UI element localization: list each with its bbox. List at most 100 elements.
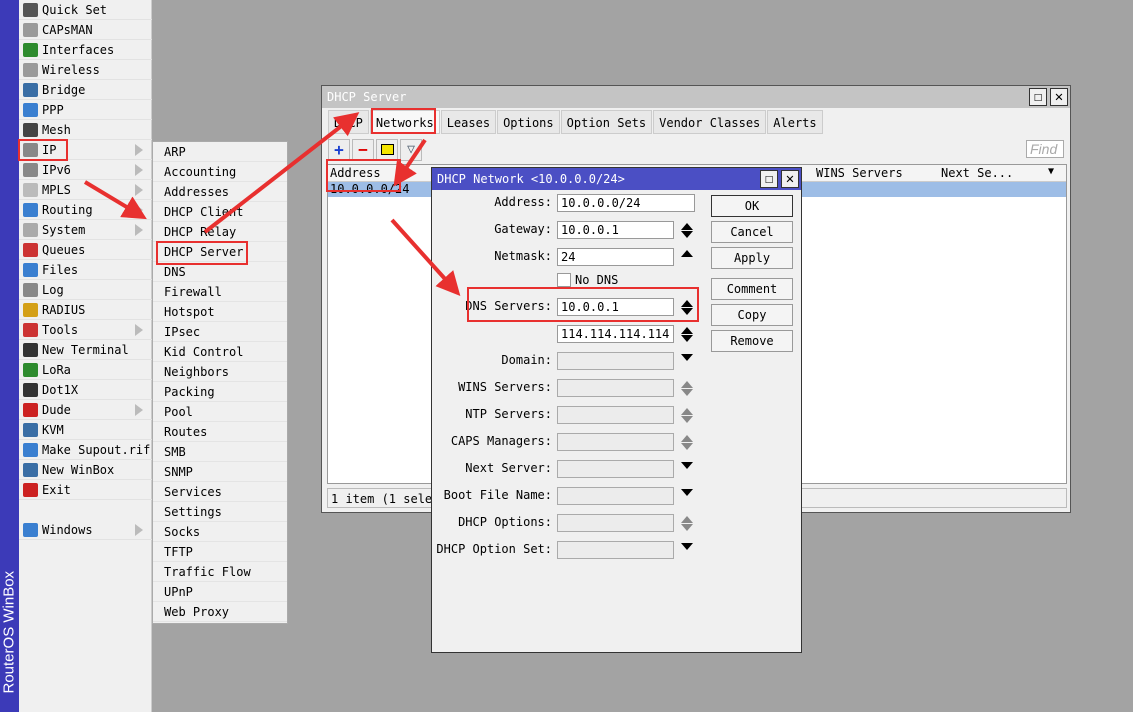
submenu-item-dhcp-client[interactable]: DHCP Client xyxy=(153,202,287,222)
wins-spinner-icon[interactable] xyxy=(680,380,694,397)
interfaces-icon xyxy=(23,43,38,57)
menu-item-kvm[interactable]: KVM xyxy=(19,420,152,440)
submenu-item-neighbors[interactable]: Neighbors xyxy=(153,362,287,382)
tab-dhcp[interactable]: DHCP xyxy=(328,110,369,134)
submenu-item-socks[interactable]: Socks xyxy=(153,522,287,542)
submenu-item-hotspot[interactable]: Hotspot xyxy=(153,302,287,322)
apply-button[interactable]: Apply xyxy=(711,247,793,269)
menu-item-bridge[interactable]: Bridge xyxy=(19,80,152,100)
columns-dropdown-icon[interactable]: ▼ xyxy=(1048,166,1054,177)
menu-item-log[interactable]: Log xyxy=(19,280,152,300)
menu-item-ppp[interactable]: PPP xyxy=(19,100,152,120)
ntp-spinner-icon[interactable] xyxy=(680,407,694,424)
submenu-item-routes[interactable]: Routes xyxy=(153,422,287,442)
ntp-input[interactable] xyxy=(557,406,674,424)
submenu-item-arp[interactable]: ARP xyxy=(153,142,287,162)
menu-item-lora[interactable]: LoRa xyxy=(19,360,152,380)
tab-vendor-classes[interactable]: Vendor Classes xyxy=(653,110,767,134)
menu-item-queues[interactable]: Queues xyxy=(19,240,152,260)
maximize-button[interactable]: ☐ xyxy=(1029,88,1047,106)
remove-button[interactable]: Remove xyxy=(711,330,793,352)
submenu-item-services[interactable]: Services xyxy=(153,482,287,502)
menu-item-new-winbox[interactable]: New WinBox xyxy=(19,460,152,480)
submenu-item-ipsec[interactable]: IPsec xyxy=(153,322,287,342)
boot-file-spinner-icon[interactable] xyxy=(680,488,694,497)
ok-button[interactable]: OK xyxy=(711,195,793,217)
domain-input[interactable] xyxy=(557,352,674,370)
col-next-server[interactable]: Next Se... xyxy=(941,166,1013,180)
next-server-label: Next Server: xyxy=(465,461,552,475)
dns2-spinner-icon[interactable] xyxy=(680,326,694,343)
find-input[interactable]: Find xyxy=(1026,140,1064,158)
submenu-item-web-proxy[interactable]: Web Proxy xyxy=(153,602,287,622)
netmask-spinner-icon[interactable] xyxy=(680,249,694,258)
menu-item-mpls[interactable]: MPLS xyxy=(19,180,152,200)
submenu-item-firewall[interactable]: Firewall xyxy=(153,282,287,302)
submenu-item-pool[interactable]: Pool xyxy=(153,402,287,422)
next-server-input[interactable] xyxy=(557,460,674,478)
dhcp-options-input[interactable] xyxy=(557,514,674,532)
tab-alerts[interactable]: Alerts xyxy=(767,110,823,134)
caps-input[interactable] xyxy=(557,433,674,451)
remove-icon[interactable]: − xyxy=(352,139,374,161)
caps-spinner-icon[interactable] xyxy=(680,434,694,451)
submenu-item-tftp[interactable]: TFTP xyxy=(153,542,287,562)
submenu-item-dns[interactable]: DNS xyxy=(153,262,287,282)
submenu-item-packing[interactable]: Packing xyxy=(153,382,287,402)
menu-item-exit[interactable]: Exit xyxy=(19,480,152,500)
col-wins-servers[interactable]: WINS Servers xyxy=(816,166,903,180)
mpls-icon xyxy=(23,183,38,197)
menu-item-capsman[interactable]: CAPsMAN xyxy=(19,20,152,40)
submenu-arrow-icon xyxy=(135,144,143,156)
menu-item-dot1x[interactable]: Dot1X xyxy=(19,380,152,400)
dhcp-option-set-input[interactable] xyxy=(557,541,674,559)
dhcp-option-set-spinner-icon[interactable] xyxy=(680,542,694,551)
submenu-item-upnp[interactable]: UPnP xyxy=(153,582,287,602)
boot-file-input[interactable] xyxy=(557,487,674,505)
gateway-spinner-icon[interactable] xyxy=(680,222,694,239)
wins-input[interactable] xyxy=(557,379,674,397)
menu-item-make-supout-rif[interactable]: Make Supout.rif xyxy=(19,440,152,460)
comment-button[interactable]: Comment xyxy=(711,278,793,300)
cancel-button[interactable]: Cancel xyxy=(711,221,793,243)
copy-button[interactable]: Copy xyxy=(711,304,793,326)
filter-icon[interactable]: ▽ xyxy=(400,139,422,161)
next-server-spinner-icon[interactable] xyxy=(680,461,694,470)
no-dns-checkbox[interactable] xyxy=(557,273,571,287)
menu-item-windows[interactable]: Windows xyxy=(19,520,152,540)
tab-option-sets[interactable]: Option Sets xyxy=(560,110,653,134)
menu-item-system[interactable]: System xyxy=(19,220,152,240)
submenu-item-snmp[interactable]: SNMP xyxy=(153,462,287,482)
comment-icon[interactable] xyxy=(376,139,398,161)
submenu-item-settings[interactable]: Settings xyxy=(153,502,287,522)
menu-item-quick-set[interactable]: Quick Set xyxy=(19,0,152,20)
dialog-maximize-button[interactable]: ☐ xyxy=(760,170,778,188)
menu-item-routing[interactable]: Routing xyxy=(19,200,152,220)
menu-item-files[interactable]: Files xyxy=(19,260,152,280)
close-button[interactable]: ✕ xyxy=(1050,88,1068,106)
tab-leases[interactable]: Leases xyxy=(440,110,497,134)
tab-options[interactable]: Options xyxy=(497,110,560,134)
menu-item-tools[interactable]: Tools xyxy=(19,320,152,340)
menu-item-ipv6[interactable]: IPv6 xyxy=(19,160,152,180)
dhcp-options-spinner-icon[interactable] xyxy=(680,515,694,532)
submenu-item-accounting[interactable]: Accounting xyxy=(153,162,287,182)
add-icon[interactable]: + xyxy=(328,139,350,161)
submenu-item-dhcp-relay[interactable]: DHCP Relay xyxy=(153,222,287,242)
submenu-item-kid-control[interactable]: Kid Control xyxy=(153,342,287,362)
domain-spinner-icon[interactable] xyxy=(680,353,694,362)
netmask-input[interactable]: 24 xyxy=(557,248,674,266)
menu-item-wireless[interactable]: Wireless xyxy=(19,60,152,80)
submenu-item-smb[interactable]: SMB xyxy=(153,442,287,462)
menu-item-interfaces[interactable]: Interfaces xyxy=(19,40,152,60)
address-input[interactable]: 10.0.0.0/24 xyxy=(557,194,695,212)
submenu-item-traffic-flow[interactable]: Traffic Flow xyxy=(153,562,287,582)
menu-item-new-terminal[interactable]: New Terminal xyxy=(19,340,152,360)
submenu-item-addresses[interactable]: Addresses xyxy=(153,182,287,202)
dialog-close-button[interactable]: ✕ xyxy=(781,170,799,188)
menu-item-radius[interactable]: RADIUS xyxy=(19,300,152,320)
menu-item-dude[interactable]: Dude xyxy=(19,400,152,420)
dns2-input[interactable]: 114.114.114.114 xyxy=(557,325,674,343)
menu-item-mesh[interactable]: Mesh xyxy=(19,120,152,140)
gateway-input[interactable]: 10.0.0.1 xyxy=(557,221,674,239)
